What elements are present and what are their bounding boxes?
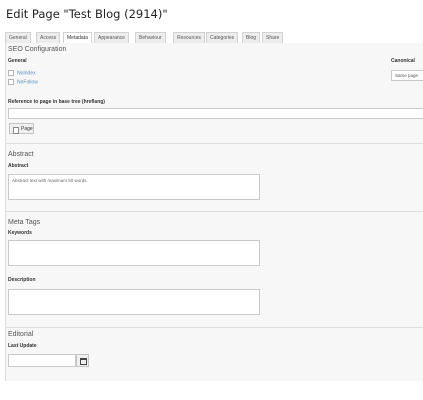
page-button-label: Page [21, 126, 33, 132]
tab-access[interactable]: Access [36, 32, 61, 43]
last-update-label: Last Update [8, 343, 37, 349]
section-divider [6, 211, 423, 212]
page-title: Edit Page "Test Blog (2914)" [6, 7, 168, 21]
tab-behaviour[interactable]: Behaviour [135, 32, 166, 43]
abstract-textarea[interactable]: Abstract text with maximum 50 words. [8, 174, 260, 200]
tab-categories[interactable]: Categories [206, 32, 239, 43]
abstract-placeholder: Abstract text with maximum 50 words. [12, 178, 88, 183]
page-browse-button[interactable]: Page [9, 123, 34, 134]
noindex-option[interactable]: NoIndex [8, 70, 36, 76]
tab-share[interactable]: Share [262, 32, 284, 43]
description-label: Description [8, 277, 36, 283]
keywords-label: Keywords [8, 230, 32, 236]
hreflang-input[interactable] [8, 108, 423, 119]
nofollow-checkbox[interactable] [8, 79, 14, 85]
seo-section-title: SEO Configuration [8, 46, 67, 53]
nofollow-option[interactable]: NoFollow [8, 79, 38, 85]
abstract-label: Abstract [8, 163, 29, 169]
hreflang-label: Reference to page in base tree (hreflang… [8, 99, 105, 105]
tab-general[interactable]: General [5, 32, 31, 43]
meta-tags-section-title: Meta Tags [8, 219, 41, 226]
page-icon [13, 127, 19, 134]
noindex-checkbox[interactable] [8, 70, 14, 76]
keywords-textarea[interactable] [8, 240, 260, 266]
abstract-section-title: Abstract [8, 151, 34, 158]
tab-appearance[interactable]: Appearance [94, 32, 129, 43]
canonical-select[interactable]: Same page [391, 70, 423, 81]
seo-general-label: General [8, 58, 27, 64]
last-update-input[interactable] [8, 354, 76, 367]
metadata-panel: SEO Configuration General Canonical NoIn… [5, 43, 423, 381]
calendar-button[interactable] [76, 354, 89, 367]
tab-resources[interactable]: Resources [173, 32, 205, 43]
section-divider [6, 143, 423, 144]
calendar-icon [80, 358, 87, 365]
nofollow-label: NoFollow [17, 79, 38, 86]
section-divider [6, 327, 423, 328]
noindex-label: NoIndex [17, 70, 36, 77]
tab-blog[interactable]: Blog [242, 32, 261, 43]
canonical-label: Canonical [391, 58, 415, 64]
editorial-section-title: Editorial [8, 331, 34, 338]
description-textarea[interactable] [8, 289, 260, 315]
